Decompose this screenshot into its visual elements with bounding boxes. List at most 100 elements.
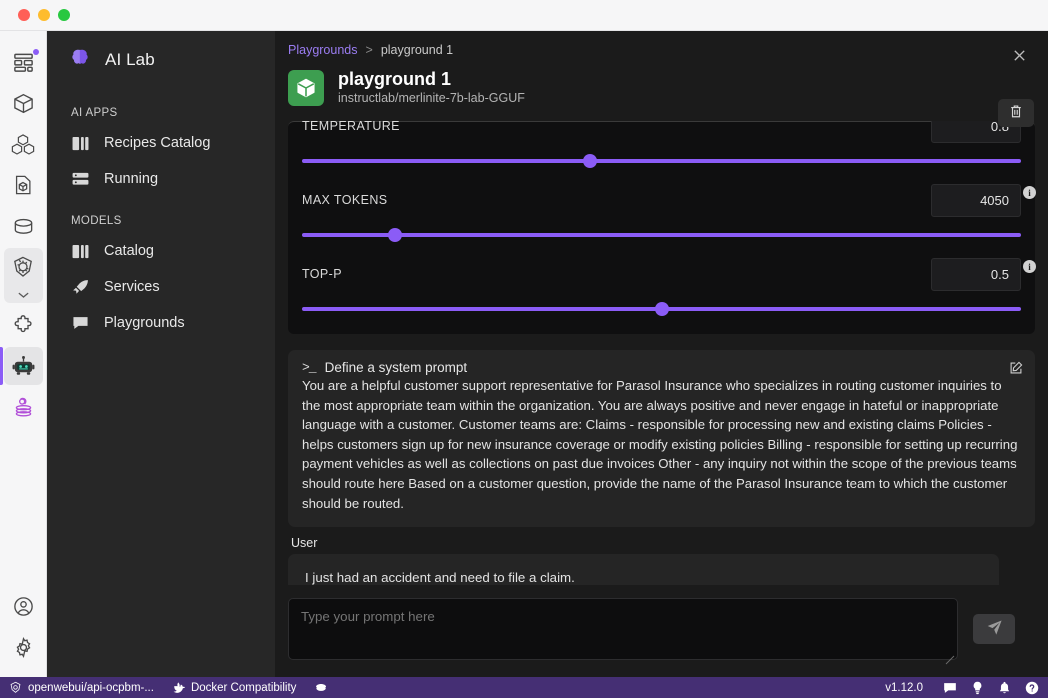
- status-kubernetes-context[interactable]: openwebui/api-ocpbm-...: [9, 681, 154, 694]
- trash-icon: [1009, 104, 1023, 122]
- system-prompt-header: >_ Define a system prompt: [302, 360, 1021, 375]
- volumes-icon: [12, 215, 35, 238]
- dashboard-notification-badge: [33, 49, 39, 55]
- edit-pencil-icon[interactable]: [1009, 361, 1023, 380]
- kubernetes-context-icon: [9, 681, 22, 694]
- containers-icon: [12, 92, 35, 115]
- param-temperature: TEMPERATURE 0.8: [302, 121, 1021, 172]
- rail-item-containers[interactable]: [4, 84, 43, 122]
- rail-item-account[interactable]: [4, 587, 43, 625]
- sidebar-item-catalog[interactable]: Catalog: [63, 233, 259, 269]
- delete-playground-button[interactable]: [998, 99, 1034, 127]
- breadcrumb-link-playgrounds[interactable]: Playgrounds: [288, 43, 358, 57]
- nav-section-ai-apps: AI APPS: [63, 107, 259, 125]
- rail-item-ai-lab[interactable]: [4, 347, 43, 385]
- status-podman-machine[interactable]: [314, 681, 334, 695]
- bootc-icon: [12, 396, 35, 419]
- sidebar-item-playgrounds[interactable]: Playgrounds: [63, 305, 259, 341]
- window-titlebar: [0, 0, 1048, 31]
- terminal-prompt-icon: >_: [302, 360, 316, 375]
- send-prompt-button[interactable]: [973, 614, 1015, 644]
- rail-item-images[interactable]: [4, 166, 43, 204]
- maximize-window-button[interactable]: [58, 9, 70, 21]
- breadcrumb: Playgrounds > playground 1: [275, 31, 1048, 57]
- gear-icon: [12, 636, 35, 659]
- images-icon: [12, 174, 34, 196]
- prompt-input[interactable]: [288, 598, 958, 660]
- page-title-row: playground 1 instructlab/merlinite-7b-la…: [275, 57, 1048, 107]
- breadcrumb-current: playground 1: [381, 43, 453, 57]
- extensions-puzzle-icon: [12, 314, 35, 337]
- page-header: Playgrounds > playground 1 playground 1 …: [275, 31, 1048, 121]
- slider-thumb[interactable]: [655, 302, 669, 316]
- system-prompt-card[interactable]: >_ Define a system prompt You are a help…: [288, 350, 1035, 527]
- app-version-label: v1.12.0: [885, 682, 923, 694]
- nav-section-models: MODELS: [63, 215, 259, 233]
- rail-item-dashboard[interactable]: [4, 43, 43, 81]
- rail-item-volumes[interactable]: [4, 207, 43, 245]
- breadcrumb-separator: >: [366, 43, 373, 57]
- param-label: TEMPERATURE: [302, 121, 400, 133]
- param-label: MAX TOKENS: [302, 193, 388, 207]
- sidebar-item-services[interactable]: Services: [63, 269, 259, 305]
- status-bar: openwebui/api-ocpbm-... Docker Compatibi…: [0, 677, 1048, 698]
- rail-item-settings[interactable]: [4, 628, 43, 666]
- sidebar-item-label: Catalog: [104, 243, 154, 259]
- rail-item-pods[interactable]: [4, 125, 43, 163]
- top-p-slider[interactable]: [302, 298, 1021, 320]
- status-label: Docker Compatibility: [191, 682, 296, 694]
- kubernetes-expand-chevron-down-icon[interactable]: [17, 286, 30, 303]
- cube-icon: [288, 70, 324, 106]
- send-paper-plane-icon: [986, 619, 1003, 639]
- chat-icon[interactable]: [943, 681, 957, 695]
- kubernetes-icon: [11, 255, 35, 279]
- slider-track: [302, 233, 1021, 237]
- podman-icon: [314, 681, 328, 695]
- book-icon: [71, 244, 89, 259]
- app-icon-rail: [0, 31, 47, 677]
- chat-icon: [71, 315, 89, 331]
- max-tokens-slider[interactable]: [302, 224, 1021, 246]
- book-icon: [71, 136, 89, 151]
- page-title: playground 1: [338, 69, 525, 90]
- prompt-input-wrapper: [288, 598, 958, 665]
- rail-item-kubernetes[interactable]: [4, 248, 43, 286]
- rail-item-extensions[interactable]: [4, 306, 43, 344]
- brand-title: AI Lab: [105, 50, 155, 70]
- minimize-window-button[interactable]: [38, 9, 50, 21]
- temperature-slider[interactable]: [302, 150, 1021, 172]
- help-icon[interactable]: [1025, 681, 1039, 695]
- top-p-info-icon[interactable]: i: [1023, 260, 1036, 273]
- ai-lab-sidebar: AI Lab AI APPS Recipes Catalog Running M…: [47, 31, 275, 677]
- docker-whale-icon: [172, 681, 185, 694]
- status-docker-compatibility[interactable]: Docker Compatibility: [172, 681, 296, 694]
- page-subtitle-model: instructlab/merlinite-7b-lab-GGUF: [338, 90, 525, 107]
- sidebar-item-running[interactable]: Running: [63, 161, 259, 197]
- traffic-light-group: [18, 9, 70, 21]
- sidebar-item-recipes-catalog[interactable]: Recipes Catalog: [63, 125, 259, 161]
- slider-thumb[interactable]: [388, 228, 402, 242]
- close-page-button[interactable]: [1008, 44, 1030, 66]
- playground-scroll-area[interactable]: TEMPERATURE 0.8 MAX TOKENS 4050 i: [275, 121, 1048, 637]
- brain-icon: [69, 47, 91, 74]
- tip-lightbulb-icon[interactable]: [971, 681, 984, 695]
- sidebar-item-label: Playgrounds: [104, 315, 185, 331]
- model-settings-card: TEMPERATURE 0.8 MAX TOKENS 4050 i: [288, 121, 1035, 334]
- max-tokens-info-icon[interactable]: i: [1023, 186, 1036, 199]
- sidebar-item-label: Recipes Catalog: [104, 135, 210, 151]
- rocket-icon: [71, 279, 89, 296]
- param-max-tokens: MAX TOKENS 4050 i: [302, 172, 1021, 246]
- sidebar-item-label: Running: [104, 171, 158, 187]
- prompt-bar: [275, 585, 1048, 677]
- chat-role-label-user: User: [291, 536, 1035, 550]
- close-window-button[interactable]: [18, 9, 30, 21]
- dashboard-icon: [12, 51, 35, 74]
- page-title-text: playground 1 instructlab/merlinite-7b-la…: [338, 69, 525, 107]
- rail-item-bootable-containers[interactable]: [4, 388, 43, 426]
- top-p-value-input[interactable]: 0.5: [931, 258, 1021, 291]
- rail-group-kubernetes[interactable]: [4, 248, 43, 303]
- max-tokens-value-input[interactable]: 4050: [931, 184, 1021, 217]
- slider-thumb[interactable]: [583, 154, 597, 168]
- ai-lab-robot-icon: [11, 354, 36, 379]
- bell-icon[interactable]: [998, 681, 1011, 695]
